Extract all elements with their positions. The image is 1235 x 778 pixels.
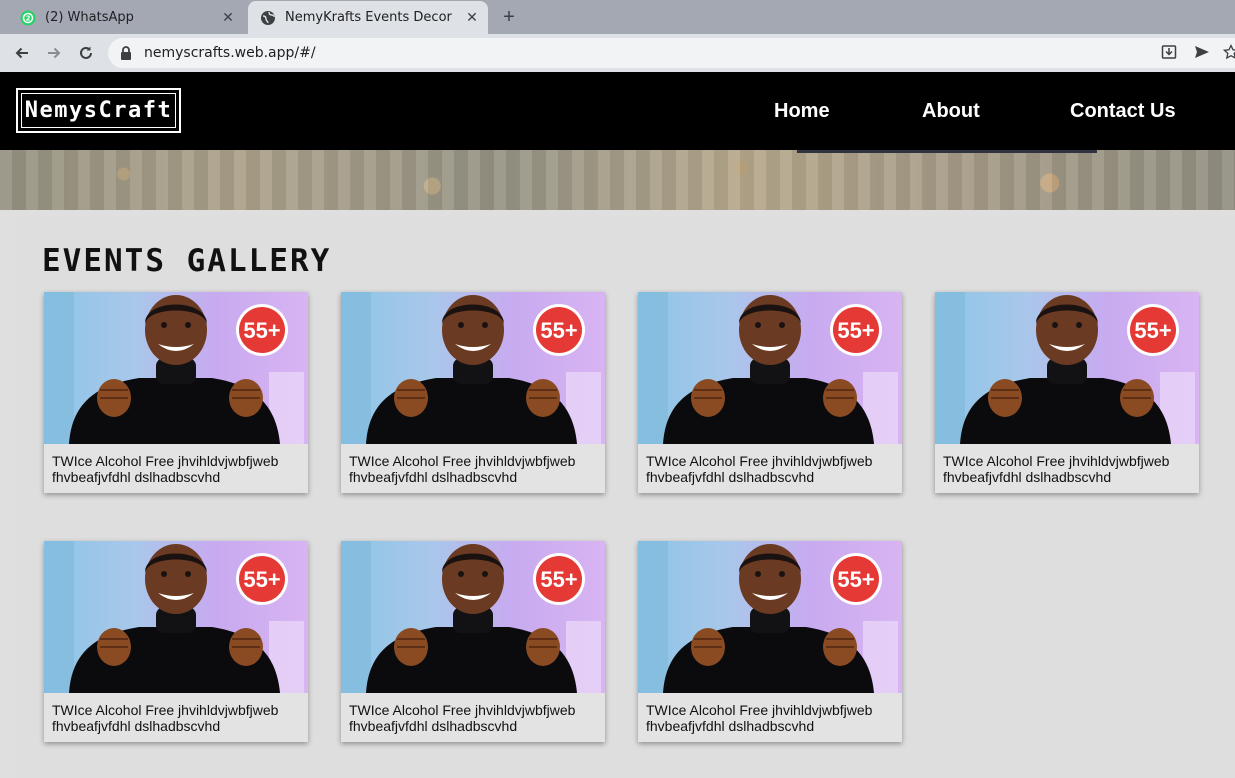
event-photo: 55+ [935,292,1199,444]
whatsapp-icon: 2 [20,10,36,26]
events-gallery-section: EVENTS GALLERY 55+ TWIce Alcohol Free jh… [14,218,1235,778]
card-caption: TWIce Alcohol Free jhvihldvjwbfjweb fhvb… [349,702,576,734]
gallery-card[interactable]: 55+ TWIce Alcohol Free jhvihldvjwbfjweb … [638,541,902,742]
new-tab-icon[interactable]: + [497,6,521,28]
nav-about[interactable]: About [922,100,980,123]
gallery-card[interactable]: 55+ TWIce Alcohol Free jhvihldvjwbfjweb … [44,292,308,493]
site-logo[interactable]: NemysCraft [16,88,181,133]
badge-55-plus: 55+ [540,318,578,343]
tab-title: (2) WhatsApp [45,10,134,25]
logo-text: NemysCraft [24,98,173,123]
svg-text:2: 2 [26,14,31,22]
event-photo: 55+ [341,292,605,444]
hero-banner-image [0,150,1235,210]
tab-whatsapp[interactable]: 2 (2) WhatsApp ✕ [8,1,244,34]
address-bar[interactable]: nemyscrafts.web.app/#/ [108,38,1235,68]
badge-55-plus: 55+ [540,567,578,592]
install-icon[interactable] [1160,43,1178,61]
card-caption: TWIce Alcohol Free jhvihldvjwbfjweb fhvb… [52,702,279,734]
card-caption: TWIce Alcohol Free jhvihldvjwbfjweb fhvb… [52,453,279,485]
tab-nemykrafts[interactable]: NemyKrafts Events Decor ✕ [248,1,488,34]
event-photo: 55+ [341,541,605,693]
gallery-card[interactable]: 55+ TWIce Alcohol Free jhvihldvjwbfjweb … [341,292,605,493]
close-icon[interactable]: ✕ [218,10,238,26]
browser-tab-bar: 2 (2) WhatsApp ✕ NemyKrafts Events Decor… [0,0,1235,34]
card-caption: TWIce Alcohol Free jhvihldvjwbfjweb fhvb… [943,453,1170,485]
gallery-card[interactable]: 55+ TWIce Alcohol Free jhvihldvjwbfjweb … [638,292,902,493]
badge-55-plus: 55+ [243,567,281,592]
badge-55-plus: 55+ [243,318,281,343]
gallery-card[interactable]: 55+ TWIce Alcohol Free jhvihldvjwbfjweb … [44,541,308,742]
badge-55-plus: 55+ [1134,318,1172,343]
gallery-card[interactable]: 55+ TWIce Alcohol Free jhvihldvjwbfjweb … [341,541,605,742]
forward-icon[interactable] [42,41,66,65]
lock-icon [120,46,136,60]
back-icon[interactable] [10,41,34,65]
card-caption: TWIce Alcohol Free jhvihldvjwbfjweb fhvb… [646,453,873,485]
globe-icon [260,10,276,26]
tab-title: NemyKrafts Events Decor [285,10,452,25]
url-text: nemyscrafts.web.app/#/ [144,45,316,61]
reload-icon[interactable] [74,41,98,65]
badge-55-plus: 55+ [837,318,875,343]
nav-contact-us[interactable]: Contact Us [1070,100,1176,123]
gallery-title: EVENTS GALLERY [42,243,332,279]
nav-home[interactable]: Home [774,100,830,123]
send-icon[interactable] [1193,43,1211,61]
card-caption: TWIce Alcohol Free jhvihldvjwbfjweb fhvb… [646,702,873,734]
bookmark-star-icon[interactable] [1222,43,1235,61]
browser-toolbar: nemyscrafts.web.app/#/ [0,34,1235,72]
event-photo: 55+ [638,541,902,693]
close-icon[interactable]: ✕ [462,10,482,26]
badge-55-plus: 55+ [837,567,875,592]
site-header: NemysCraft Home About Contact Us [0,72,1235,150]
gallery-card[interactable]: 55+ TWIce Alcohol Free jhvihldvjwbfjweb … [935,292,1199,493]
event-photo: 55+ [638,292,902,444]
hero-accent-bar [797,150,1097,153]
logo-frame: NemysCraft [21,93,176,128]
event-photo: 55+ [44,541,308,693]
card-caption: TWIce Alcohol Free jhvihldvjwbfjweb fhvb… [349,453,576,485]
event-photo: 55+ [44,292,308,444]
